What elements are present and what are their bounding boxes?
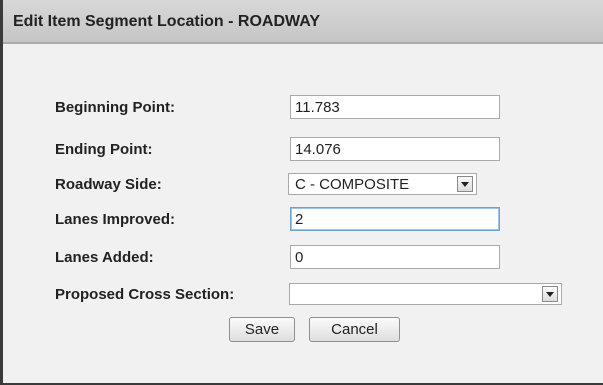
proposed-cross-section-row: Proposed Cross Section:	[3, 283, 603, 309]
beginning-point-row: Beginning Point:	[3, 95, 603, 121]
chevron-down-icon[interactable]	[542, 286, 558, 302]
ending-point-label: Ending Point:	[55, 141, 153, 158]
lanes-improved-input[interactable]	[290, 207, 500, 231]
save-button[interactable]: Save	[229, 317, 295, 342]
ending-point-row: Ending Point:	[3, 137, 603, 163]
roadway-side-select[interactable]: C - COMPOSITE	[288, 173, 477, 195]
lanes-improved-label: Lanes Improved:	[55, 211, 176, 228]
dialog-titlebar[interactable]: Edit Item Segment Location - ROADWAY	[3, 0, 603, 44]
beginning-point-label: Beginning Point:	[55, 99, 175, 116]
chevron-down-icon[interactable]	[457, 176, 473, 192]
roadway-side-label: Roadway Side:	[55, 176, 162, 193]
dialog-title: Edit Item Segment Location - ROADWAY	[13, 13, 320, 30]
lanes-added-row: Lanes Added:	[3, 245, 603, 271]
lanes-added-label: Lanes Added:	[55, 249, 154, 266]
roadway-side-row: Roadway Side: C - COMPOSITE	[3, 173, 603, 199]
roadway-side-value: C - COMPOSITE	[295, 176, 410, 193]
cancel-button[interactable]: Cancel	[309, 317, 400, 342]
edit-segment-dialog: Edit Item Segment Location - ROADWAY Beg…	[0, 0, 603, 385]
ending-point-input[interactable]	[290, 137, 500, 161]
lanes-improved-row: Lanes Improved:	[3, 207, 603, 233]
proposed-cross-section-label: Proposed Cross Section:	[55, 286, 235, 303]
proposed-cross-section-select[interactable]	[289, 283, 562, 305]
lanes-added-input[interactable]	[290, 245, 500, 269]
beginning-point-input[interactable]	[290, 95, 500, 119]
